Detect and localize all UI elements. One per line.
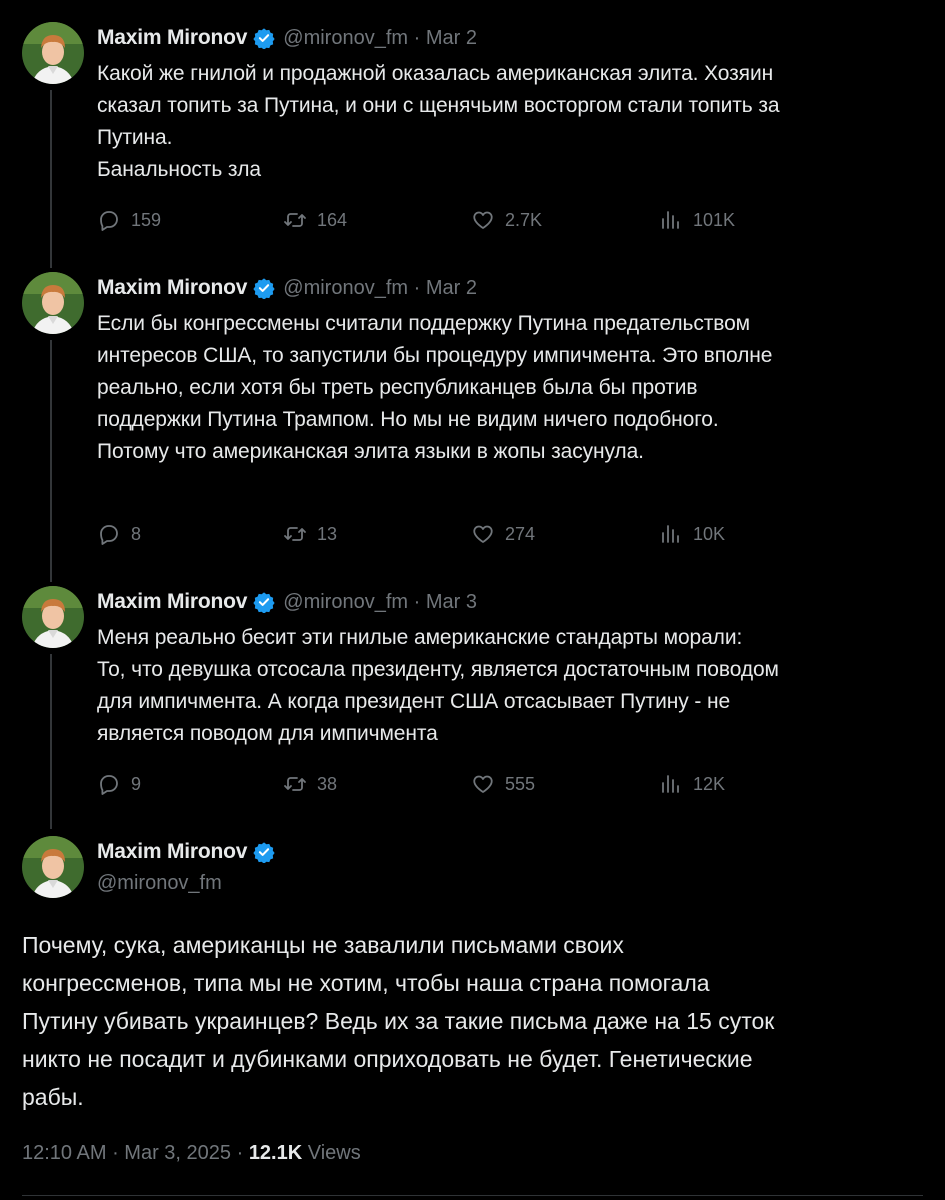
repost-button[interactable]: 38 (283, 772, 337, 796)
like-count: 274 (505, 523, 536, 544)
author-name[interactable]: Maxim Mironov (97, 840, 247, 864)
avatar[interactable] (22, 836, 84, 898)
verified-badge-icon[interactable] (253, 591, 275, 614)
tweet-date[interactable]: Mar 2 (426, 277, 477, 299)
main-tweet-text: Почему, сука, американцы не завалили пис… (22, 926, 922, 1116)
post-date[interactable]: Mar 3, 2025 (124, 1142, 231, 1164)
views-count: 101K (693, 209, 736, 230)
tweet-text: Если бы конгрессмены считали поддержку П… (97, 308, 917, 468)
thread-connector (50, 340, 52, 582)
like-button[interactable]: 555 (471, 772, 535, 796)
views-icon (659, 522, 687, 546)
repost-button[interactable]: 164 (283, 208, 347, 232)
text-line: никто не посадит и дубинками оприходоват… (22, 1046, 753, 1072)
views-icon (659, 208, 687, 232)
text-line: Потому что американская элита языки в жо… (97, 440, 644, 463)
reply-count: 9 (131, 773, 142, 794)
reply-button[interactable]: 8 (97, 522, 141, 546)
reply-count: 8 (131, 523, 142, 544)
repost-button[interactable]: 13 (283, 522, 337, 546)
author-name[interactable]: Maxim Mironov (97, 590, 247, 614)
like-icon (471, 772, 499, 796)
views-icon (659, 772, 687, 796)
tweet-header: Maxim Mironov @mironov_fm · Mar 3 (97, 588, 477, 616)
text-line: конгрессменов, типа мы не хотим, чтобы н… (22, 970, 710, 996)
avatar[interactable] (22, 586, 84, 648)
action-bar: 159 164 2.7K 101K (97, 208, 817, 234)
text-line: интересов США, то запустили бы процедуру… (97, 344, 773, 367)
text-line: Банальность зла (97, 158, 261, 181)
text-line: сказал топить за Путина, и они с щенячьи… (97, 94, 780, 117)
text-line: для импичмента. А когда президент США от… (97, 690, 731, 713)
text-line: Какой же гнилой и продажной оказалась ам… (97, 62, 774, 85)
reply-button[interactable]: 159 (97, 208, 161, 232)
views-count: 10K (693, 523, 726, 544)
views-label: Views (307, 1142, 361, 1164)
like-button[interactable]: 2.7K (471, 208, 542, 232)
verified-badge-icon[interactable] (253, 27, 275, 50)
like-icon (471, 208, 499, 232)
reply-button[interactable]: 9 (97, 772, 141, 796)
repost-count: 38 (317, 773, 338, 794)
text-line: Если бы конгрессмены считали поддержку П… (97, 312, 750, 335)
views-total: 12.1K (248, 1142, 303, 1164)
handle-date[interactable]: @mironov_fm · Mar 2 (283, 277, 477, 300)
repost-icon (283, 522, 311, 546)
like-count: 2.7K (505, 209, 543, 230)
text-line: Путина. (97, 126, 173, 149)
text-line: рабы. (22, 1084, 84, 1110)
author-handle[interactable]: @mironov_fm (283, 27, 408, 49)
tweet-date[interactable]: Mar 2 (426, 27, 477, 49)
verified-badge-icon[interactable] (253, 277, 275, 300)
author-handle[interactable]: @mironov_fm (283, 591, 408, 613)
thread-connector (50, 90, 52, 268)
repost-count: 13 (317, 523, 338, 544)
text-line: Путину убивать украинцев? Ведь их за так… (22, 1008, 775, 1034)
views-button[interactable]: 10K (659, 522, 725, 546)
tweet-text: Меня реально бесит эти гнилые американск… (97, 622, 917, 750)
handle-date[interactable]: @mironov_fm · Mar 2 (283, 27, 477, 50)
text-line: реально, если хотя бы треть республиканц… (97, 376, 698, 399)
tweet-text: Какой же гнилой и продажной оказалась ам… (97, 58, 917, 186)
repost-icon (283, 772, 311, 796)
text-line: Меня реально бесит эти гнилые американск… (97, 626, 743, 649)
views-button[interactable]: 101K (659, 208, 735, 232)
views-count: 12K (693, 773, 726, 794)
reply-icon (97, 208, 125, 232)
repost-count: 164 (317, 209, 348, 230)
repost-icon (283, 208, 311, 232)
author-handle[interactable]: @mironov_fm (283, 277, 408, 299)
text-line: является поводом для импичмента (97, 722, 438, 745)
like-icon (471, 522, 499, 546)
like-count: 555 (505, 773, 536, 794)
reply-icon (97, 772, 125, 796)
verified-badge-icon[interactable] (253, 841, 275, 864)
thread-connector (50, 654, 52, 829)
views-button[interactable]: 12K (659, 772, 725, 796)
action-bar: 8 13 274 10K (97, 522, 817, 548)
avatar[interactable] (22, 272, 84, 334)
like-button[interactable]: 274 (471, 522, 535, 546)
text-line: Почему, сука, американцы не завалили пис… (22, 932, 624, 958)
post-time[interactable]: 12:10 AM (22, 1142, 107, 1164)
avatar[interactable] (22, 22, 84, 84)
handle-date[interactable]: @mironov_fm · Mar 3 (283, 591, 477, 614)
tweet-header: Maxim Mironov @mironov_fm · Mar 2 (97, 274, 477, 302)
action-bar: 9 38 555 12K (97, 772, 817, 798)
divider (22, 1195, 923, 1196)
tweet-date[interactable]: Mar 3 (426, 591, 477, 613)
reply-icon (97, 522, 125, 546)
reply-count: 159 (131, 209, 162, 230)
tweet-footer: 12:10 AM · Mar 3, 2025 · 12.1K Views (22, 1142, 361, 1164)
text-line: То, что девушка отсосала президенту, явл… (97, 658, 779, 681)
author-handle[interactable]: @mironov_fm (97, 872, 222, 895)
text-line: поддержки Путина Трампом. Но мы не видим… (97, 408, 719, 431)
tweet-header: Maxim Mironov @mironov_fm · Mar 2 (97, 24, 477, 52)
main-tweet-header: Maxim Mironov (97, 838, 275, 866)
author-name[interactable]: Maxim Mironov (97, 26, 247, 50)
author-name[interactable]: Maxim Mironov (97, 276, 247, 300)
